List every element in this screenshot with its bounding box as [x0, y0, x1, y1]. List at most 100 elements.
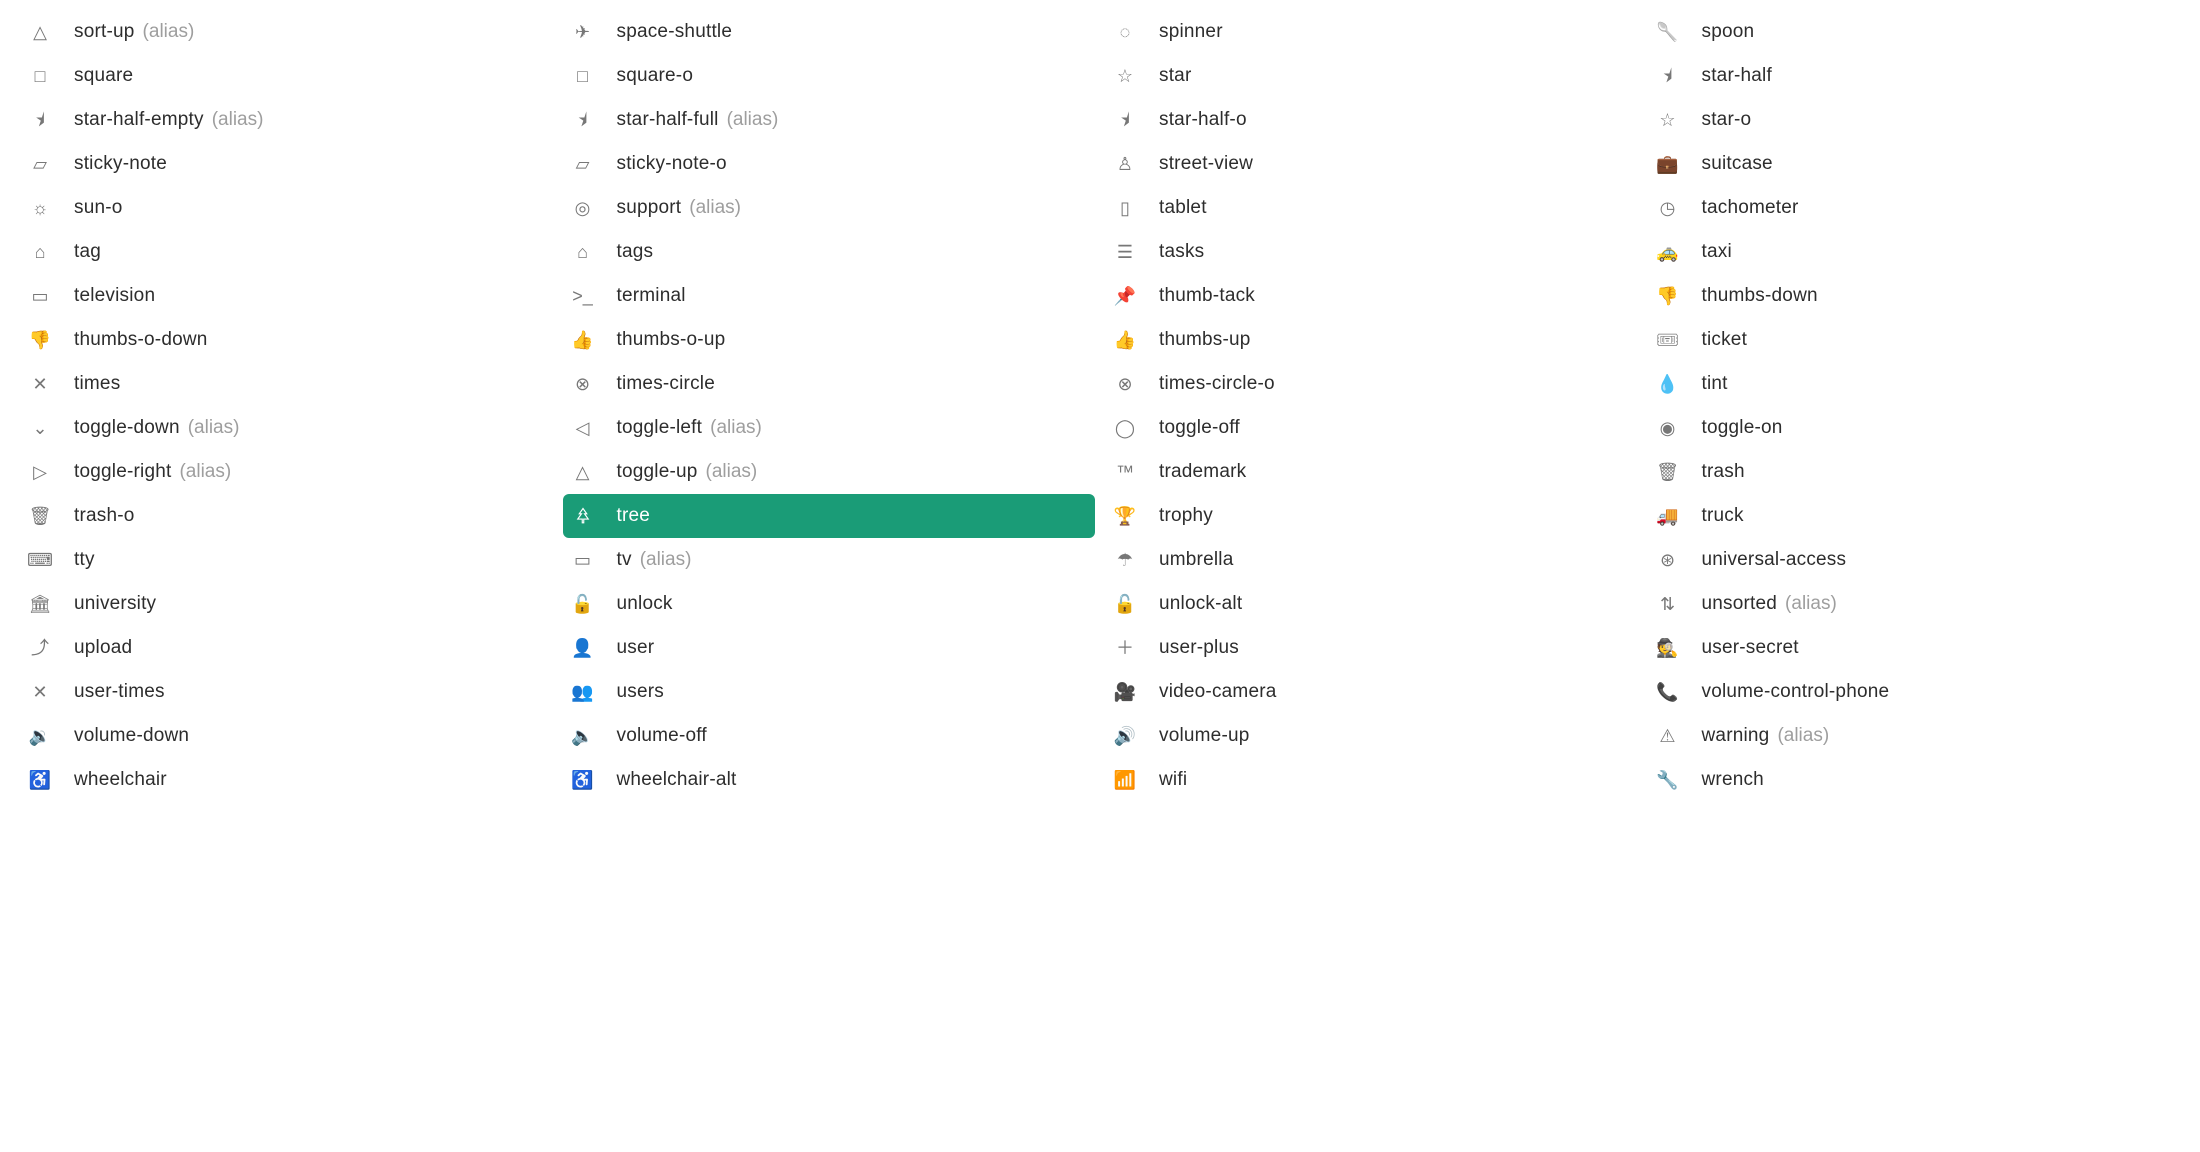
icon-item-thumb-tack[interactable]: 📌thumb-tack	[1105, 274, 1638, 318]
icon-item-user-plus[interactable]: ＋user-plus	[1105, 626, 1638, 670]
icon-item-support[interactable]: ◎support(alias)	[563, 186, 1096, 230]
icon-item-wrench[interactable]: 🔧wrench	[1648, 758, 2181, 802]
icon-item-star-half-empty[interactable]: ⯨star-half-empty(alias)	[20, 98, 553, 142]
warning-icon: ⚠	[1656, 724, 1680, 748]
icon-item-upload[interactable]: ⤴upload	[20, 626, 553, 670]
icon-item-sort-up[interactable]: △sort-up(alias)	[20, 10, 553, 54]
icon-item-thumbs-down[interactable]: 👎thumbs-down	[1648, 274, 2181, 318]
icon-item-user-times[interactable]: ✕user-times	[20, 670, 553, 714]
icon-item-toggle-on[interactable]: ◉toggle-on	[1648, 406, 2181, 450]
icon-item-trademark[interactable]: ™trademark	[1105, 450, 1638, 494]
icon-item-label: star-half	[1702, 65, 1772, 87]
icon-item-times-circle-o[interactable]: ⊗times-circle-o	[1105, 362, 1638, 406]
icon-item-label: ticket	[1702, 329, 1748, 351]
icon-picker-grid: △sort-up(alias)□square⯨star-half-empty(a…	[20, 10, 2180, 802]
icon-item-wifi[interactable]: 📶wifi	[1105, 758, 1638, 802]
icon-item-toggle-up[interactable]: △toggle-up(alias)	[563, 450, 1096, 494]
icon-item-terminal[interactable]: >_terminal	[563, 274, 1096, 318]
icon-item-spinner[interactable]: ◌spinner	[1105, 10, 1638, 54]
icon-item-label: tint	[1702, 373, 1728, 395]
icon-item-label: university	[74, 593, 156, 615]
sticky-note-icon: ▱	[28, 152, 52, 176]
icon-item-volume-down[interactable]: 🔉volume-down	[20, 714, 553, 758]
icon-item-label: times-circle	[617, 373, 715, 395]
icon-item-wheelchair-alt[interactable]: ♿wheelchair-alt	[563, 758, 1096, 802]
icon-item-star-half-full[interactable]: ⯨star-half-full(alias)	[563, 98, 1096, 142]
icon-item-unlock[interactable]: 🔓unlock	[563, 582, 1096, 626]
icon-item-times[interactable]: ✕times	[20, 362, 553, 406]
times-circle-o-icon: ⊗	[1113, 372, 1137, 396]
icon-item-tachometer[interactable]: ◷tachometer	[1648, 186, 2181, 230]
icon-item-tasks[interactable]: ☰tasks	[1105, 230, 1638, 274]
icon-item-label: square	[74, 65, 133, 87]
icon-item-tablet[interactable]: ▯tablet	[1105, 186, 1638, 230]
icon-item-trash-o[interactable]: 🗑trash-o	[20, 494, 553, 538]
icon-item-spoon[interactable]: 🥄spoon	[1648, 10, 2181, 54]
wheelchair-icon: ♿	[28, 768, 52, 792]
icon-item-tag[interactable]: ⌂tag	[20, 230, 553, 274]
alias-badge: (alias)	[640, 549, 692, 571]
icon-item-suitcase[interactable]: 💼suitcase	[1648, 142, 2181, 186]
icon-item-users[interactable]: 👥users	[563, 670, 1096, 714]
icon-item-sticky-note[interactable]: ▱sticky-note	[20, 142, 553, 186]
star-half-icon: ⯨	[1656, 64, 1680, 88]
icon-item-thumbs-up[interactable]: 👍thumbs-up	[1105, 318, 1638, 362]
icon-item-label: star	[1159, 65, 1191, 87]
icon-item-trash[interactable]: 🗑trash	[1648, 450, 2181, 494]
icon-item-space-shuttle[interactable]: ✈space-shuttle	[563, 10, 1096, 54]
icon-item-toggle-right[interactable]: ▷toggle-right(alias)	[20, 450, 553, 494]
times-icon: ✕	[28, 372, 52, 396]
icon-item-tv[interactable]: ▭tv(alias)	[563, 538, 1096, 582]
icon-item-taxi[interactable]: 🚕taxi	[1648, 230, 2181, 274]
icon-item-universal-access[interactable]: ⊛universal-access	[1648, 538, 2181, 582]
icon-item-label: wheelchair	[74, 769, 167, 791]
icon-item-toggle-down[interactable]: ⌄toggle-down(alias)	[20, 406, 553, 450]
icon-item-star-half-o[interactable]: ⯨star-half-o	[1105, 98, 1638, 142]
icon-item-umbrella[interactable]: ☂umbrella	[1105, 538, 1638, 582]
icon-item-tree[interactable]: tree	[563, 494, 1096, 538]
icon-item-label: user-secret	[1702, 637, 1799, 659]
tablet-icon: ▯	[1113, 196, 1137, 220]
icon-item-toggle-off[interactable]: ◯toggle-off	[1105, 406, 1638, 450]
icon-item-label: tags	[617, 241, 654, 263]
icon-item-wheelchair[interactable]: ♿ wheelchair	[20, 758, 553, 802]
icon-item-tags[interactable]: ⌂tags	[563, 230, 1096, 274]
icon-item-toggle-left[interactable]: ◁toggle-left(alias)	[563, 406, 1096, 450]
icon-item-unlock-alt[interactable]: 🔓unlock-alt	[1105, 582, 1638, 626]
icon-item-square[interactable]: □square	[20, 54, 553, 98]
icon-item-star[interactable]: ☆star	[1105, 54, 1638, 98]
icon-item-sticky-note-o[interactable]: ▱sticky-note-o	[563, 142, 1096, 186]
tint-icon: 💧	[1656, 372, 1680, 396]
icon-item-television[interactable]: ▭television	[20, 274, 553, 318]
icon-item-star-o[interactable]: ☆star-o	[1648, 98, 2181, 142]
icon-item-truck[interactable]: 🚚truck	[1648, 494, 2181, 538]
alias-badge: (alias)	[706, 461, 758, 483]
icon-item-warning[interactable]: ⚠warning(alias)	[1648, 714, 2181, 758]
icon-item-label: toggle-off	[1159, 417, 1240, 439]
icon-item-square-o[interactable]: □square-o	[563, 54, 1096, 98]
icon-item-sun-o[interactable]: ☼sun-o	[20, 186, 553, 230]
icon-item-label: star-half-o	[1159, 109, 1247, 131]
icon-item-volume-up[interactable]: 🔊volume-up	[1105, 714, 1638, 758]
icon-item-university[interactable]: 🏛university	[20, 582, 553, 626]
icon-item-tty[interactable]: ⌨tty	[20, 538, 553, 582]
icon-item-label: thumbs-o-down	[74, 329, 208, 351]
icon-item-video-camera[interactable]: 🎥video-camera	[1105, 670, 1638, 714]
icon-item-volume-control-phone[interactable]: 📞volume-control-phone	[1648, 670, 2181, 714]
icon-item-label: toggle-on	[1702, 417, 1783, 439]
icon-item-ticket[interactable]: 🎟ticket	[1648, 318, 2181, 362]
icon-item-thumbs-o-up[interactable]: 👍thumbs-o-up	[563, 318, 1096, 362]
taxi-icon: 🚕	[1656, 240, 1680, 264]
icon-item-volume-off[interactable]: 🔈volume-off	[563, 714, 1096, 758]
icon-item-tint[interactable]: 💧 tint	[1648, 362, 2181, 406]
icon-item-unsorted[interactable]: ⇅unsorted(alias)	[1648, 582, 2181, 626]
icon-item-thumbs-o-down[interactable]: 👎thumbs-o-down	[20, 318, 553, 362]
icon-item-user-secret[interactable]: 🕵user-secret	[1648, 626, 2181, 670]
icon-item-star-half[interactable]: ⯨ star-half	[1648, 54, 2181, 98]
alias-badge: (alias)	[1777, 725, 1829, 747]
icon-item-label: volume-up	[1159, 725, 1250, 747]
icon-item-user[interactable]: 👤user	[563, 626, 1096, 670]
icon-item-street-view[interactable]: ♙street-view	[1105, 142, 1638, 186]
icon-item-trophy[interactable]: 🏆trophy	[1105, 494, 1638, 538]
icon-item-times-circle[interactable]: ⊗times-circle	[563, 362, 1096, 406]
